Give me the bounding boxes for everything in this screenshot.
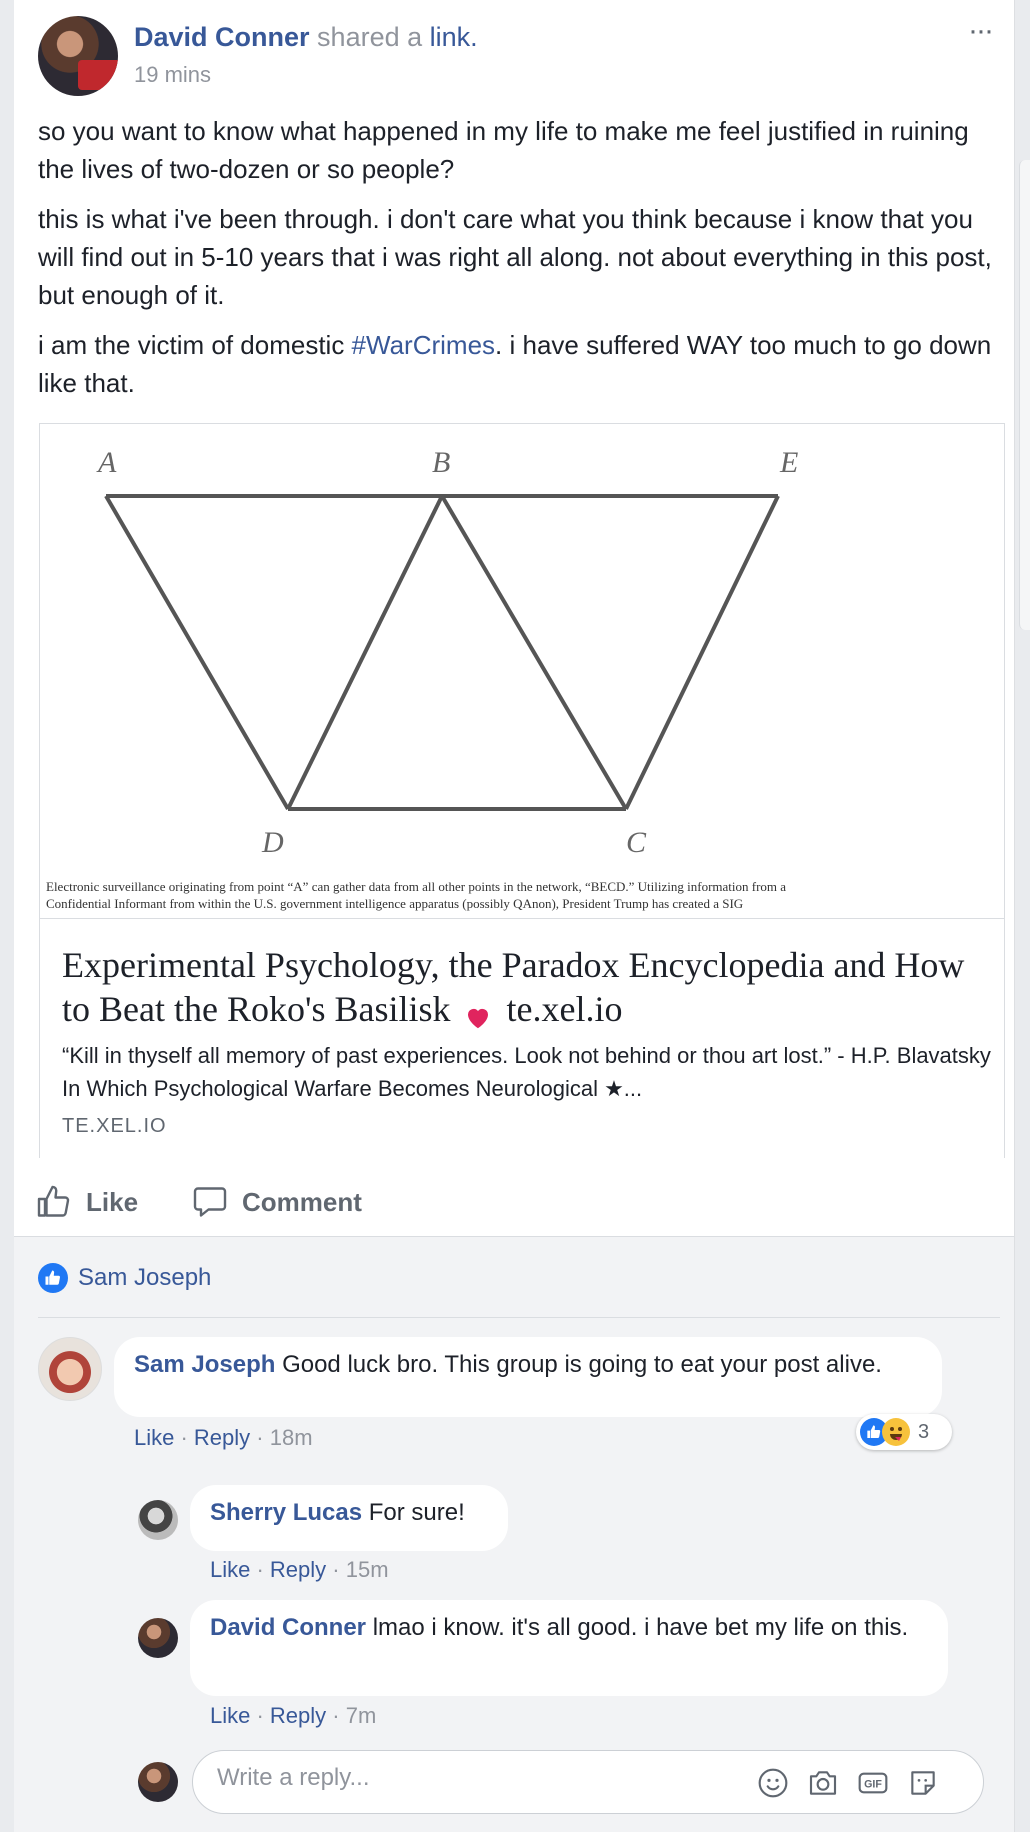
commenter-avatar[interactable] (38, 1337, 102, 1401)
author-avatar[interactable] (38, 16, 118, 96)
post-paragraph-2: this is what i've been through. i don't … (38, 204, 992, 310)
liker-name[interactable]: Sam Joseph (78, 1264, 211, 1292)
diagram-label-e: E (779, 446, 798, 479)
comment-time[interactable]: 7m (346, 1703, 377, 1728)
reply-box: GIF (192, 1750, 984, 1814)
camera-icon[interactable] (807, 1767, 839, 1799)
page-scroll-track[interactable] (1019, 160, 1030, 630)
post-timestamp[interactable]: 19 mins (134, 62, 211, 88)
hashtag-link[interactable]: #WarCrimes (352, 330, 495, 360)
likes-summary[interactable]: Sam Joseph (38, 1263, 211, 1293)
comment-meta: Like · Reply · 18m (134, 1425, 313, 1450)
post-paragraph-3: i am the victim of domestic #WarCrimes. … (38, 326, 998, 402)
post-actions-bar: Like Comment (14, 1170, 1014, 1237)
commenter-avatar[interactable] (138, 1500, 178, 1540)
divider (38, 1317, 1000, 1318)
diagram-edge-db (286, 495, 444, 810)
link-preview-title[interactable]: Experimental Psychology, the Paradox Enc… (62, 943, 982, 1031)
comment-time[interactable]: 18m (270, 1425, 313, 1450)
like-button[interactable]: Like (36, 1184, 138, 1220)
network-diagram: A B E D C (96, 446, 798, 859)
emoji-icon[interactable] (757, 1767, 789, 1799)
post-paragraph-1: so you want to know what happened in my … (38, 116, 969, 184)
author-name[interactable]: David Conner (134, 22, 310, 52)
thumbs-up-icon (37, 1185, 70, 1217)
diagram-label-b: B (432, 446, 450, 479)
diagram-label-a: A (96, 446, 117, 479)
caption-line-2: Confidential Informant from within the U… (46, 896, 744, 911)
link-preview-description: “Kill in thyself all memory of past expe… (62, 1043, 991, 1101)
post-header: David Conner shared a link. (134, 22, 478, 53)
reaction-count: 3 (918, 1420, 930, 1443)
comment-time[interactable]: 15m (346, 1557, 389, 1582)
comment-text: For sure! (368, 1499, 465, 1526)
comment-button[interactable]: Comment (192, 1184, 362, 1220)
current-user-avatar (138, 1762, 178, 1802)
diagram-edge-ad (104, 494, 290, 811)
shared-link-text[interactable]: link. (430, 22, 478, 52)
link-preview-image[interactable]: A B E D C Electronic surveillance origin… (40, 424, 1004, 918)
diagram-edge-bc (440, 494, 628, 811)
comments-section: Sam Joseph Sam Joseph Good luck bro. Thi… (14, 1237, 1014, 1832)
gif-icon[interactable]: GIF (857, 1767, 889, 1799)
commenter-avatar[interactable] (138, 1618, 178, 1658)
commenter-name[interactable]: David Conner (210, 1614, 366, 1641)
caption-line-1: Electronic surveillance originating from… (46, 879, 787, 894)
comment-label: Comment (242, 1186, 362, 1217)
diagram-edge-ce (624, 495, 780, 810)
haha-reaction-icon (882, 1418, 910, 1446)
comment-reply-link[interactable]: Reply (270, 1703, 326, 1728)
post-body: so you want to know what happened in my … (38, 112, 998, 414)
comment-text: Good luck bro. This group is going to ea… (282, 1351, 882, 1378)
comment-bubble: Sherry Lucas For sure! (190, 1485, 508, 1551)
comment-bubble: David Conner lmao i know. it's all good.… (190, 1600, 948, 1696)
comment-reactions[interactable]: 3 (856, 1414, 952, 1450)
sticker-icon[interactable] (907, 1767, 939, 1799)
comment-reply-link[interactable]: Reply (270, 1557, 326, 1582)
link-title-domain: te.xel.io (506, 989, 623, 1029)
reply-input[interactable] (215, 1763, 639, 1793)
link-preview-domain: TE.XEL.IO (62, 1115, 167, 1137)
comment-like-link[interactable]: Like (210, 1703, 250, 1728)
like-reaction-icon (38, 1263, 68, 1293)
diagram-label-c: C (626, 826, 647, 859)
comment-bubble: Sam Joseph Good luck bro. This group is … (114, 1337, 942, 1417)
post-paragraph-3-start: i am the victim of domestic (38, 330, 352, 360)
diagram-label-d: D (261, 826, 284, 859)
comment-like-link[interactable]: Like (134, 1425, 174, 1450)
link-preview-body[interactable]: Experimental Psychology, the Paradox Enc… (40, 918, 1004, 1158)
shared-link-preview[interactable]: A B E D C Electronic surveillance origin… (39, 423, 1005, 1158)
svg-text:GIF: GIF (864, 1779, 882, 1791)
heart-icon (463, 998, 493, 1028)
comment-reply-link[interactable]: Reply (194, 1425, 250, 1450)
comment-like-link[interactable]: Like (210, 1557, 250, 1582)
more-options-icon[interactable]: ··· (968, 14, 994, 48)
commenter-name[interactable]: Sherry Lucas (210, 1499, 362, 1526)
like-label: Like (86, 1186, 139, 1217)
comment-icon (193, 1187, 227, 1217)
diagram-caption: Electronic surveillance originating from… (46, 878, 996, 912)
comment-text: lmao i know. it's all good. i have bet m… (372, 1614, 909, 1641)
comment-meta: Like · Reply · 7m (210, 1703, 377, 1728)
comment-meta: Like · Reply · 15m (210, 1557, 389, 1582)
shared-text: shared a (317, 22, 423, 52)
commenter-name[interactable]: Sam Joseph (134, 1351, 275, 1378)
